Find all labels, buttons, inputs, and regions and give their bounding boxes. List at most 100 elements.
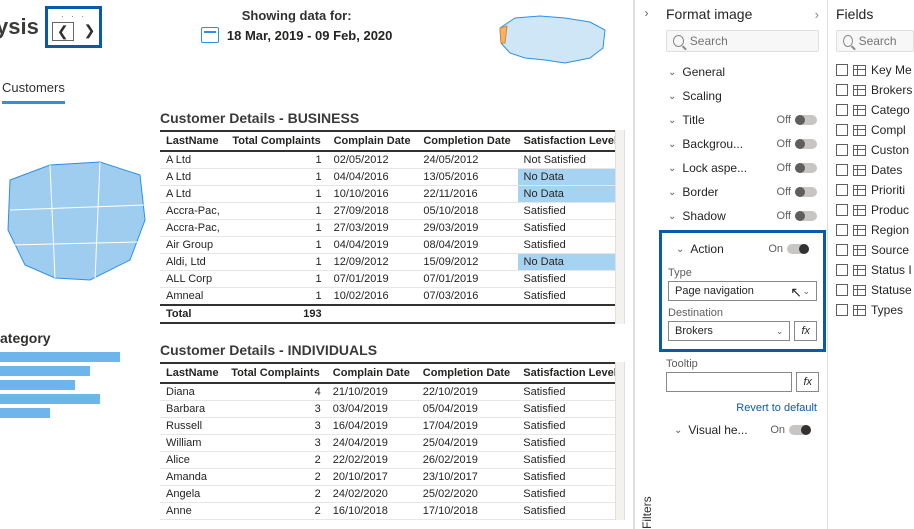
format-section[interactable]: ⌄Lock aspe...Off	[660, 156, 825, 180]
checkbox[interactable]	[836, 64, 848, 76]
field-item[interactable]: Produc	[836, 200, 914, 220]
field-item[interactable]: Custon	[836, 140, 914, 160]
column-header[interactable]: Satisfaction Level	[518, 131, 624, 151]
table-row[interactable]: Barbara303/04/201905/04/2019Satisfied	[160, 401, 624, 418]
tab-customers[interactable]: Customers	[2, 80, 65, 104]
field-item[interactable]: Key Me	[836, 60, 914, 80]
toggle[interactable]	[795, 211, 817, 221]
column-header[interactable]: Total Complaints	[225, 363, 327, 383]
field-item[interactable]: Brokers	[836, 80, 914, 100]
chevron-down-icon: ⌄	[674, 425, 682, 436]
tooltip-input[interactable]	[666, 372, 792, 392]
page-next-arrow[interactable]: ❯	[84, 22, 96, 41]
format-search[interactable]	[666, 30, 819, 52]
field-item[interactable]: Source	[836, 240, 914, 260]
column-header[interactable]: Satisfaction Level	[517, 363, 624, 383]
bar[interactable]	[0, 408, 50, 418]
checkbox[interactable]	[836, 144, 848, 156]
table-row[interactable]: Diana421/10/201922/10/2019Satisfied	[160, 383, 624, 401]
fields-search-input[interactable]	[859, 34, 907, 48]
page-navigation-highlight: · · · ❮ ❯	[45, 6, 102, 48]
field-item[interactable]: Prioriti	[836, 180, 914, 200]
table-row[interactable]: Amanda220/10/201723/10/2017Satisfied	[160, 469, 624, 486]
type-dropdown[interactable]: Page navigation ⌄ ↖	[668, 281, 817, 301]
format-section[interactable]: ⌄ShadowOff	[660, 204, 825, 228]
format-section[interactable]: ⌄BorderOff	[660, 180, 825, 204]
table-row[interactable]: Russell316/04/201917/04/2019Satisfied	[160, 418, 624, 435]
checkbox[interactable]	[836, 104, 848, 116]
revert-to-default[interactable]: Revert to default	[666, 402, 817, 414]
visual-header-toggle[interactable]	[789, 425, 811, 435]
action-toggle[interactable]	[787, 244, 809, 254]
business-table[interactable]: LastNameTotal ComplaintsComplain DateCom…	[160, 130, 625, 324]
table-row[interactable]: Anne216/10/201817/10/2018Satisfied	[160, 503, 624, 520]
destination-dropdown[interactable]: Brokers ⌄	[668, 321, 790, 341]
checkbox[interactable]	[836, 304, 848, 316]
column-header[interactable]: Completion Date	[417, 131, 517, 151]
format-section[interactable]: ⌄General	[660, 60, 825, 84]
column-header[interactable]: LastName	[160, 131, 226, 151]
bar[interactable]	[0, 380, 75, 390]
bar[interactable]	[0, 352, 120, 362]
column-header[interactable]: LastName	[160, 363, 225, 383]
field-item[interactable]: Status I	[836, 260, 914, 280]
table-row[interactable]: Accra-Pac,127/09/201805/10/2018Satisfied	[160, 203, 624, 220]
checkbox[interactable]	[836, 164, 848, 176]
checkbox[interactable]	[836, 84, 848, 96]
individuals-table[interactable]: LastNameTotal ComplaintsComplain DateCom…	[160, 362, 625, 520]
page-prev-arrow[interactable]: ❮	[52, 22, 74, 41]
table-row[interactable]: Aldi, Ltd112/09/201215/09/2012No Data	[160, 254, 624, 271]
format-section[interactable]: ⌄Scaling	[660, 84, 825, 108]
table-icon	[853, 205, 866, 216]
us-map-visual[interactable]	[0, 150, 150, 300]
table-row[interactable]: A Ltd104/04/201613/05/2016No Data	[160, 169, 624, 186]
visual-options-dots[interactable]: · · ·	[52, 11, 95, 22]
table-row[interactable]: Amneal110/02/201607/03/2016Satisfied	[160, 288, 624, 306]
destination-fx-button[interactable]: fx	[794, 321, 817, 341]
field-item[interactable]: Statuse	[836, 280, 914, 300]
chevron-down-icon: ⌄	[668, 115, 676, 126]
table-row[interactable]: Accra-Pac,127/03/201929/03/2019Satisfied	[160, 220, 624, 237]
field-item[interactable]: Dates	[836, 160, 914, 180]
column-header[interactable]: Complain Date	[327, 363, 417, 383]
individuals-table-title: Customer Details - INDIVIDUALS	[160, 342, 625, 358]
column-header[interactable]: Completion Date	[417, 363, 517, 383]
checkbox[interactable]	[836, 284, 848, 296]
field-item[interactable]: Compl	[836, 120, 914, 140]
table-row[interactable]: Angela224/02/202025/02/2020Satisfied	[160, 486, 624, 503]
table-row[interactable]: Alice222/02/201926/02/2019Satisfied	[160, 452, 624, 469]
table-row[interactable]: A Ltd102/05/201224/05/2012Not Satisfied	[160, 151, 624, 169]
field-item[interactable]: Region	[836, 220, 914, 240]
fields-search[interactable]	[836, 30, 914, 52]
table-row[interactable]: A Ltd110/10/201622/11/2016No Data	[160, 186, 624, 203]
format-section[interactable]: ⌄Backgrou...Off	[660, 132, 825, 156]
table-row[interactable]: ALL Corp107/01/201907/01/2019Satisfied	[160, 271, 624, 288]
checkbox[interactable]	[836, 184, 848, 196]
toggle[interactable]	[795, 187, 817, 197]
table-row[interactable]: William324/04/201925/04/2019Satisfied	[160, 435, 624, 452]
checkbox[interactable]	[836, 244, 848, 256]
format-section[interactable]: ⌄TitleOff	[660, 108, 825, 132]
checkbox[interactable]	[836, 124, 848, 136]
category-chart[interactable]: ategory	[0, 330, 150, 422]
toggle[interactable]	[795, 163, 817, 173]
format-search-input[interactable]	[690, 34, 812, 48]
visual-header-section[interactable]: ⌄Visual he... On	[666, 418, 819, 442]
us-map-thumbnail[interactable]	[495, 8, 615, 68]
field-item[interactable]: Types	[836, 300, 914, 320]
checkbox[interactable]	[836, 264, 848, 276]
tooltip-fx-button[interactable]: fx	[796, 372, 819, 392]
checkbox[interactable]	[836, 224, 848, 236]
toggle[interactable]	[795, 139, 817, 149]
field-item[interactable]: Catego	[836, 100, 914, 120]
checkbox[interactable]	[836, 204, 848, 216]
action-section[interactable]: ⌄Action On	[668, 237, 817, 261]
filters-panel-collapsed[interactable]: › Filters	[634, 0, 658, 529]
column-header[interactable]: Total Complaints	[226, 131, 327, 151]
bar[interactable]	[0, 394, 100, 404]
toggle[interactable]	[795, 115, 817, 125]
bar[interactable]	[0, 366, 90, 376]
table-row[interactable]: Air Group104/04/201908/04/2019Satisfied	[160, 237, 624, 254]
chevron-right-icon[interactable]: ›	[815, 7, 819, 22]
column-header[interactable]: Complain Date	[328, 131, 418, 151]
